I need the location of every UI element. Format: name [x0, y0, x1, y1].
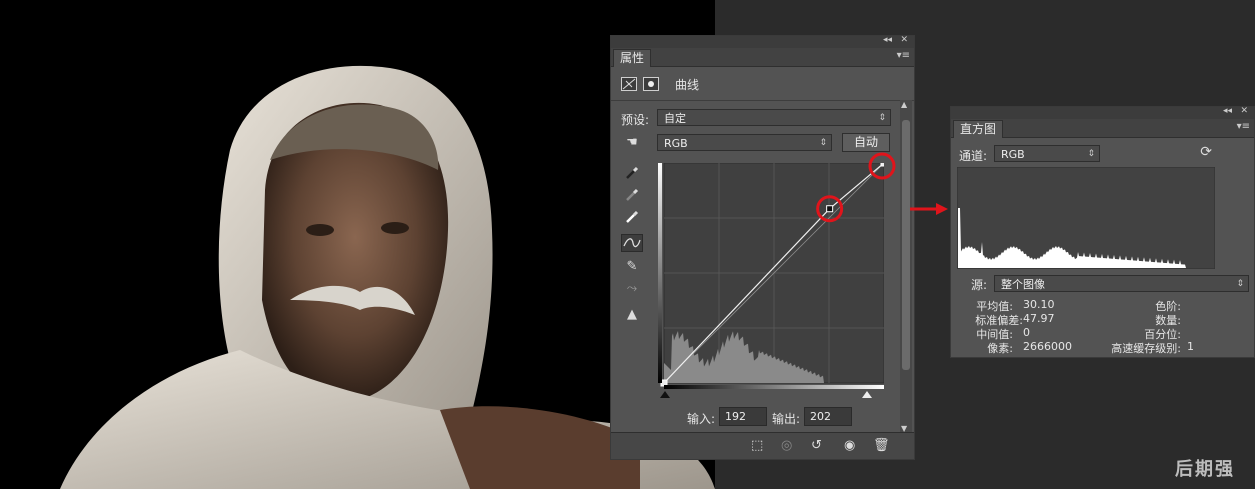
input-field[interactable]: 192: [719, 407, 767, 426]
dropdown-arrow-icon: ⇕: [1087, 149, 1095, 159]
cache-level-value: 1: [1187, 340, 1194, 353]
reset-icon[interactable]: ↺: [811, 438, 822, 453]
tab-bar: 直方图 ▾≡: [951, 119, 1254, 138]
photo-canvas: [0, 0, 715, 489]
dropdown-arrow-icon: ⇕: [1236, 279, 1244, 289]
refresh-icon[interactable]: ⟳: [1200, 144, 1212, 160]
pixels-value: 2666000: [1023, 340, 1072, 353]
portrait-image: [60, 65, 715, 489]
highlight-circle: [816, 195, 844, 223]
output-label: 输出:: [772, 412, 801, 426]
panel-scrollbar[interactable]: ▲ ▼: [900, 100, 912, 433]
output-field[interactable]: 202: [804, 407, 852, 426]
median-value: 0: [1023, 326, 1030, 339]
view-previous-state-icon[interactable]: ◎: [781, 438, 792, 453]
cache-level-label: 高速缓存级别:: [1111, 342, 1181, 355]
source-value: 整个图像: [1001, 278, 1045, 291]
delete-icon[interactable]: 🗑: [873, 438, 890, 453]
arrow-icon: [910, 203, 948, 215]
histogram-channel-dropdown[interactable]: RGB ⇕: [994, 145, 1100, 162]
stddev-value: 47.97: [1023, 312, 1055, 325]
panel-footer: ⬚ ◎ ↺ ◉ 🗑: [611, 432, 914, 459]
watermark-logo: 后期强: [1175, 459, 1235, 480]
highlight-overlay: [816, 152, 896, 223]
clip-to-layer-icon[interactable]: ⬚: [751, 438, 763, 453]
properties-panel: ◂◂ ✕ 属性 ▾≡ 曲线 预设: 自定 ⇕ ☚ RGB ⇕ 自动 ✎ ⤳ ▲: [610, 35, 915, 460]
histogram-channel-value: RGB: [1001, 148, 1025, 161]
visibility-eye-icon[interactable]: ◉: [844, 438, 855, 453]
scroll-up-icon[interactable]: ▲: [901, 100, 907, 109]
scroll-thumb[interactable]: [902, 120, 910, 370]
collapse-icon[interactable]: ◂◂: [1223, 106, 1232, 116]
close-icon[interactable]: ✕: [1240, 106, 1248, 116]
histogram-graph: [957, 167, 1215, 269]
mean-value: 30.10: [1023, 298, 1055, 311]
tab-histogram[interactable]: 直方图: [953, 120, 1004, 138]
source-dropdown[interactable]: 整个图像 ⇕: [994, 275, 1249, 292]
input-label: 输入:: [687, 412, 716, 426]
panel-topbar: ◂◂ ✕: [951, 106, 1254, 119]
pixels-label: 像素:: [987, 342, 1013, 355]
highlight-circle: [868, 152, 896, 180]
source-label: 源:: [971, 278, 988, 292]
channel-label: 通道:: [959, 149, 988, 163]
panel-menu-icon[interactable]: ▾≡: [1237, 121, 1250, 132]
histogram-panel: ◂◂ ✕ 直方图 ▾≡ 通道: RGB ⇕ ⟳ 源: 整个图像 ⇕ 平均值: 3…: [950, 106, 1255, 358]
